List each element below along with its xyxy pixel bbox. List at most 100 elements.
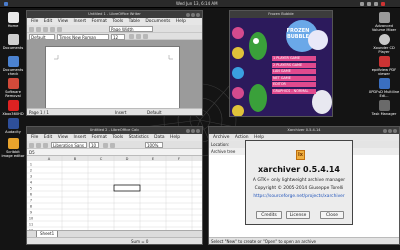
cell-reference[interactable]: D5 <box>29 150 35 155</box>
row-header[interactable]: 9 <box>30 211 32 215</box>
menu-documents[interactable]: Documents <box>145 19 170 24</box>
menu-file[interactable]: File <box>31 135 38 140</box>
menu-tools[interactable]: Tools <box>112 19 123 24</box>
underline-icon[interactable] <box>143 34 148 39</box>
menu-table[interactable]: Table <box>129 19 140 24</box>
desktop-icon-cd-player[interactable]: Xounder CD Player <box>368 34 400 54</box>
game-canvas[interactable]: FROZEN BUBBLE 1 PLAYER GAME 2 PLAYERS GA… <box>230 18 332 116</box>
row-header[interactable]: 4 <box>30 181 32 185</box>
save-icon[interactable] <box>43 142 48 148</box>
menu-view[interactable]: View <box>58 135 68 140</box>
desktop-icon-documents[interactable]: Documents <box>0 34 26 50</box>
menu-help[interactable]: Help <box>170 135 180 140</box>
font-combo[interactable]: Liberation Sans <box>51 142 87 148</box>
row-header[interactable]: 7 <box>30 199 32 203</box>
italic-icon[interactable] <box>136 34 141 39</box>
xarchiver-titlebar[interactable]: Xarchiver 0.5.4.14 <box>209 127 399 134</box>
italic-icon[interactable] <box>110 142 115 148</box>
menu-data[interactable]: Data <box>154 135 164 140</box>
active-cell[interactable] <box>113 184 141 192</box>
desktop-icon-task-manager[interactable]: Task Manager <box>368 100 400 116</box>
about-dialog: lx xarchiver 0.5.4.14 A GTK+ only lightw… <box>245 140 353 225</box>
new-icon[interactable] <box>29 142 34 148</box>
menu-format[interactable]: Format <box>92 135 107 140</box>
open-icon[interactable] <box>36 26 41 32</box>
row-header[interactable]: 8 <box>30 205 32 209</box>
network-icon[interactable] <box>360 2 364 6</box>
license-button[interactable]: License <box>286 211 310 219</box>
menu-statistics[interactable]: Statistics <box>129 135 149 140</box>
undo-icon[interactable] <box>57 26 62 32</box>
game-menu-item[interactable]: 1 PLAYER GAME <box>272 56 316 61</box>
desktop-icon-software-removal[interactable]: Software Removal <box>0 78 26 98</box>
menu-insert[interactable]: Insert <box>74 19 87 24</box>
menu-edit[interactable]: Edit <box>44 19 53 24</box>
row-header[interactable]: 2 <box>30 169 32 173</box>
desktop-icon-multiline-editor[interactable]: XPDFsD Multiline Edi... <box>368 78 400 98</box>
desktop-icon-home[interactable]: Home <box>0 12 26 28</box>
maximize-icon[interactable] <box>388 128 392 133</box>
menu-archive[interactable]: Archive <box>213 135 229 140</box>
about-website-link[interactable]: https://sourceforge.net/projects/xarchiv… <box>246 194 352 199</box>
menu-edit[interactable]: Edit <box>44 135 53 140</box>
writer-titlebar[interactable]: Untitled 1 - LibreOffice Writer <box>27 11 202 18</box>
close-button[interactable]: Close <box>320 211 344 219</box>
game-menu-item[interactable]: EDITOR <box>272 82 316 87</box>
calc-titlebar[interactable]: Untitled 2 - LibreOffice Calc <box>27 127 202 134</box>
new-icon[interactable] <box>29 26 34 32</box>
desktop-icon-volume-mixer[interactable]: Advanced Volume Mixer <box>368 12 400 32</box>
desktop-icon-audacity[interactable]: Audacity <box>0 118 26 134</box>
row-header[interactable]: 11 <box>29 223 33 227</box>
bold-icon[interactable] <box>103 142 108 148</box>
desktop-icon-xbox360hd[interactable]: Xbox360HD <box>0 100 26 116</box>
zoom-combo[interactable]: 100% <box>145 142 163 148</box>
game-menu-item[interactable]: LAN GAME <box>272 69 316 74</box>
spreadsheet-grid[interactable]: ABCDEF123456789101112 <box>27 156 202 234</box>
font-combo[interactable]: Times New Roman <box>57 33 109 40</box>
save-icon[interactable] <box>43 26 48 32</box>
menu-view[interactable]: View <box>58 19 68 24</box>
desktop-icon-documents-check[interactable]: Documents check <box>0 56 26 76</box>
maximize-icon[interactable] <box>191 128 195 133</box>
open-icon[interactable] <box>36 142 41 148</box>
game-menu-item[interactable]: NET GAME <box>272 75 316 81</box>
minimize-icon[interactable] <box>186 12 190 17</box>
row-header[interactable]: 10 <box>29 217 33 221</box>
credits-button[interactable]: Credits <box>256 211 282 219</box>
size-combo[interactable]: 12 <box>111 33 125 40</box>
column-header[interactable]: F <box>178 157 180 161</box>
zoom-combo[interactable]: Page Width <box>109 26 153 32</box>
menu-tools[interactable]: Tools <box>112 135 123 140</box>
maximize-icon[interactable] <box>191 12 195 17</box>
column-header[interactable]: D <box>126 157 129 161</box>
menu-file[interactable]: File <box>31 19 38 24</box>
minimize-icon[interactable] <box>186 128 190 133</box>
formula-bar[interactable]: D5 <box>27 149 202 156</box>
print-icon[interactable] <box>50 26 55 32</box>
game-menu-item[interactable]: GRAPHICS - NORMAL <box>272 88 316 94</box>
close-icon[interactable] <box>393 128 397 133</box>
power-icon[interactable] <box>381 2 385 6</box>
desktop-icon-scribbit[interactable]: Scribbit image editor <box>0 138 26 158</box>
volume-icon[interactable] <box>367 2 371 6</box>
size-combo[interactable]: 10 <box>89 142 99 148</box>
desktop-icon-pdf-viewer[interactable]: epdfview PDF viewer <box>368 56 400 76</box>
menu-help[interactable]: Help <box>176 19 186 24</box>
panel-clock[interactable]: Wed Jun 13, 6:14 AM <box>176 1 218 6</box>
menu-format[interactable]: Format <box>92 19 107 24</box>
game-titlebar[interactable]: Frozen Bubble <box>230 11 332 18</box>
close-icon[interactable] <box>196 12 200 17</box>
style-combo[interactable]: Default <box>29 33 55 40</box>
menu-icon[interactable] <box>4 2 8 6</box>
game-menu-item[interactable]: 2 PLAYERS GAME <box>272 62 316 68</box>
document-page[interactable] <box>45 46 180 115</box>
bold-icon[interactable] <box>129 34 134 39</box>
row-header[interactable]: 6 <box>30 193 32 197</box>
menu-insert[interactable]: Insert <box>74 135 87 140</box>
battery-icon[interactable] <box>374 2 378 6</box>
row-header[interactable]: 3 <box>30 175 32 179</box>
close-icon[interactable] <box>196 128 200 133</box>
minimize-icon[interactable] <box>383 128 387 133</box>
row-header[interactable]: 5 <box>30 187 32 191</box>
row-header[interactable]: 1 <box>30 163 32 167</box>
